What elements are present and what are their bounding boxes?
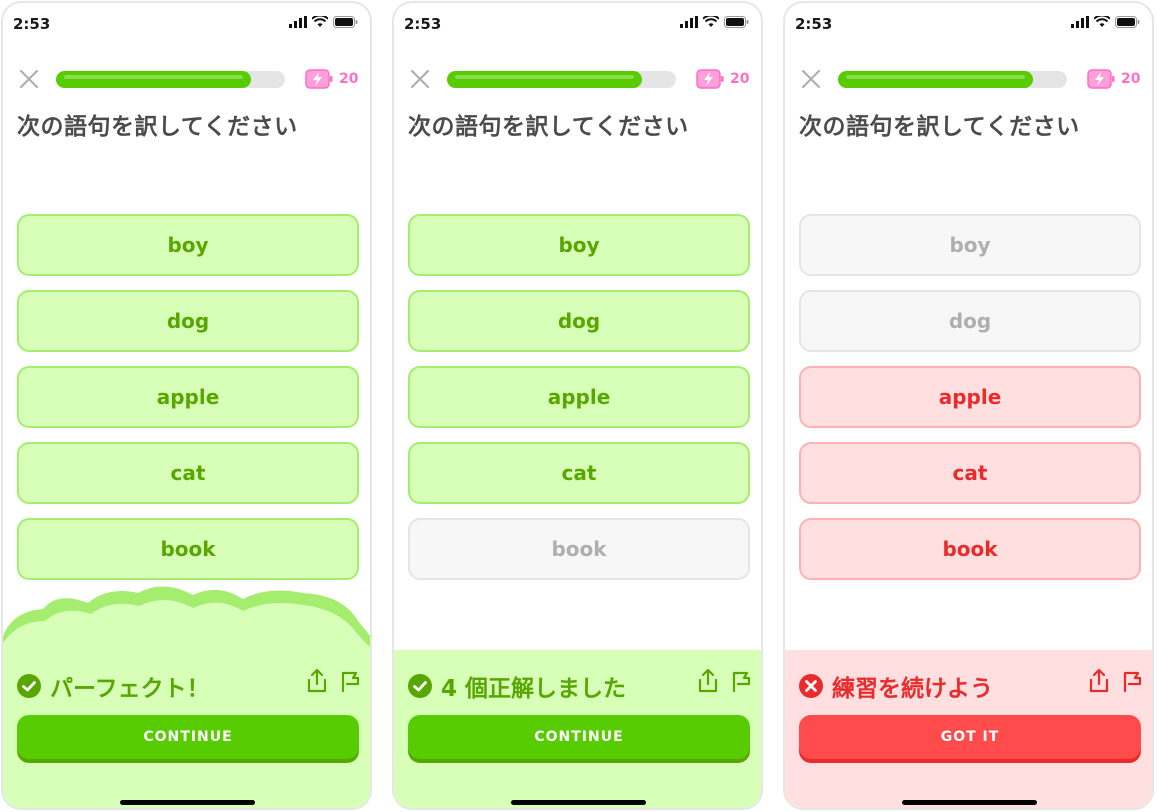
status-time: 2:53 xyxy=(404,15,442,33)
battery-bolt-icon xyxy=(696,69,724,89)
share-icon[interactable] xyxy=(1087,668,1111,694)
signal-icon xyxy=(1071,16,1089,28)
wifi-icon xyxy=(312,16,328,27)
phone-screen-perfect: 2:53 20 次の語句を訳してください boy dog apple cat b… xyxy=(1,1,372,810)
result-banner: パーフェクト！ xyxy=(17,669,210,703)
prompt-title: 次の語句を訳してください xyxy=(799,114,1080,140)
result-banner: 練習を続けよう xyxy=(799,669,993,703)
home-indicator xyxy=(511,800,646,805)
option-book[interactable]: book xyxy=(408,518,750,580)
option-boy[interactable]: boy xyxy=(408,214,750,276)
status-time: 2:53 xyxy=(13,15,51,33)
energy-indicator: 20 xyxy=(696,69,749,89)
energy-count: 20 xyxy=(1121,71,1141,87)
progress-bar xyxy=(56,71,285,88)
battery-bolt-icon xyxy=(305,69,333,89)
home-indicator xyxy=(120,800,255,805)
share-icon[interactable] xyxy=(696,668,720,694)
battery-icon xyxy=(724,16,749,28)
status-icons xyxy=(680,16,749,28)
x-circle-icon xyxy=(799,674,823,698)
energy-count: 20 xyxy=(339,71,359,87)
progress-fill xyxy=(447,71,642,88)
status-icons xyxy=(289,16,358,28)
option-dog[interactable]: dog xyxy=(408,290,750,352)
check-circle-icon xyxy=(408,674,432,698)
option-apple[interactable]: apple xyxy=(799,366,1141,428)
flag-icon[interactable] xyxy=(339,670,361,692)
home-indicator xyxy=(902,800,1037,805)
option-dog[interactable]: dog xyxy=(17,290,359,352)
result-banner: 4 個正解しました xyxy=(408,669,626,703)
signal-icon xyxy=(289,16,307,28)
signal-icon xyxy=(680,16,698,28)
status-time: 2:53 xyxy=(795,15,833,33)
battery-icon xyxy=(1115,16,1140,28)
option-boy[interactable]: boy xyxy=(17,214,359,276)
share-icon[interactable] xyxy=(305,668,329,694)
option-cat[interactable]: cat xyxy=(408,442,750,504)
flag-icon[interactable] xyxy=(1121,670,1143,692)
option-cat[interactable]: cat xyxy=(799,442,1141,504)
option-apple[interactable]: apple xyxy=(408,366,750,428)
status-icons xyxy=(1071,16,1140,28)
energy-indicator: 20 xyxy=(305,69,358,89)
option-boy[interactable]: boy xyxy=(799,214,1141,276)
phone-screen-retry: 2:53 20 次の語句を訳してください boy dog apple cat b… xyxy=(783,1,1154,810)
battery-bolt-icon xyxy=(1087,69,1115,89)
check-circle-icon xyxy=(17,674,41,698)
option-cat[interactable]: cat xyxy=(17,442,359,504)
close-icon[interactable] xyxy=(17,67,41,91)
prompt-title: 次の語句を訳してください xyxy=(17,114,298,140)
result-text: 4 個正解しました xyxy=(441,676,627,702)
energy-count: 20 xyxy=(730,71,750,87)
continue-button[interactable]: CONTINUE xyxy=(408,715,750,759)
phone-screen-partial: 2:53 20 次の語句を訳してください boy dog apple cat b… xyxy=(392,1,763,810)
energy-indicator: 20 xyxy=(1087,69,1140,89)
progress-bar xyxy=(838,71,1067,88)
result-text: パーフェクト！ xyxy=(50,676,210,702)
celebration-cloud xyxy=(3,586,370,656)
close-icon[interactable] xyxy=(408,67,432,91)
progress-fill xyxy=(56,71,251,88)
result-text: 練習を続けよう xyxy=(832,676,993,702)
option-apple[interactable]: apple xyxy=(17,366,359,428)
battery-icon xyxy=(333,16,358,28)
option-book[interactable]: book xyxy=(17,518,359,580)
progress-fill xyxy=(838,71,1033,88)
wifi-icon xyxy=(703,16,719,27)
got-it-button[interactable]: GOT IT xyxy=(799,715,1141,759)
prompt-title: 次の語句を訳してください xyxy=(408,114,689,140)
wifi-icon xyxy=(1094,16,1110,27)
close-icon[interactable] xyxy=(799,67,823,91)
option-book[interactable]: book xyxy=(799,518,1141,580)
progress-bar xyxy=(447,71,676,88)
option-dog[interactable]: dog xyxy=(799,290,1141,352)
continue-button[interactable]: CONTINUE xyxy=(17,715,359,759)
flag-icon[interactable] xyxy=(730,670,752,692)
